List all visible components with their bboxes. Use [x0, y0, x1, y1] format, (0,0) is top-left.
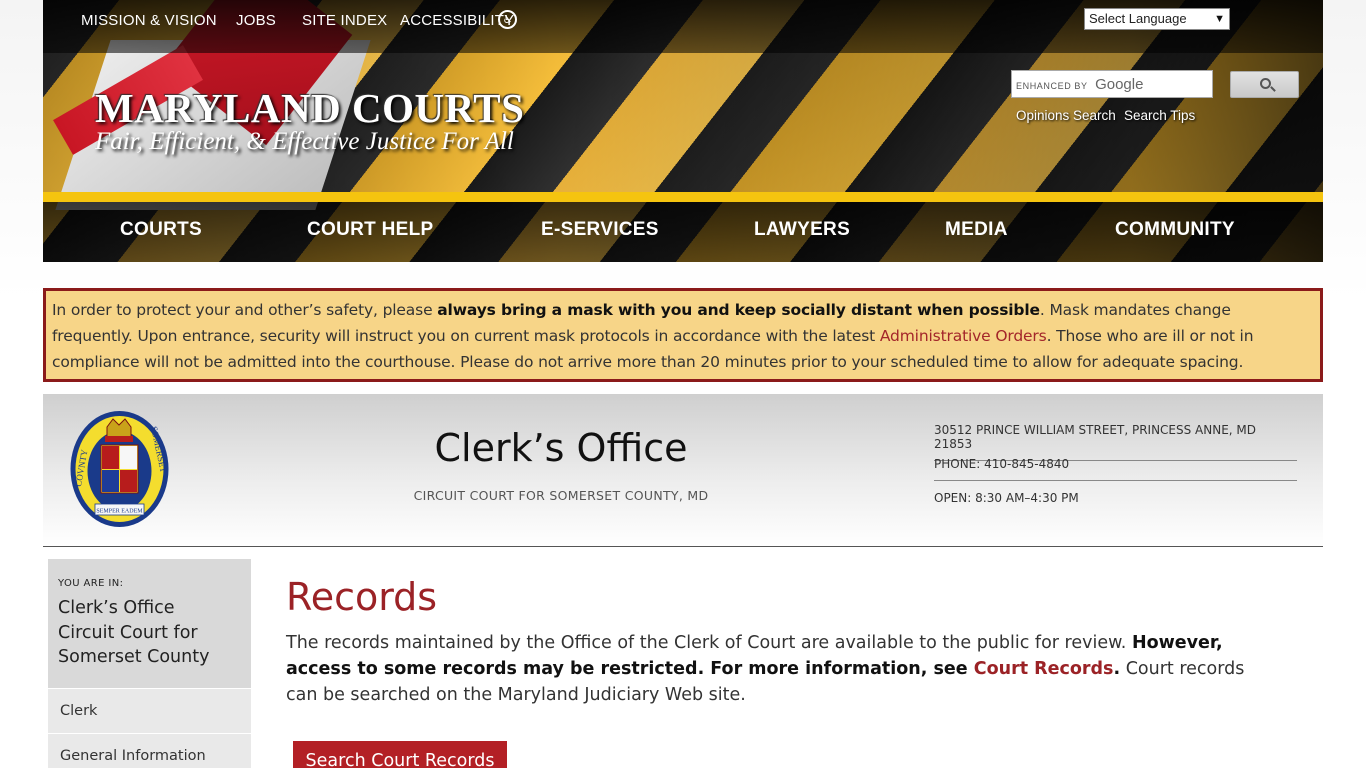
accessibility-icon[interactable]: ♿ [498, 10, 517, 29]
seal-motto: SEMPER EADEM [96, 509, 143, 515]
page-container: MISSION & VISION JOBS SITE INDEX ACCESSI… [43, 0, 1323, 768]
alert-text-1: In order to protect your and other’s saf… [52, 301, 438, 319]
breadcrumb-path[interactable]: Clerk’s Office Circuit Court for Somerse… [58, 596, 241, 670]
page-title: Records [286, 575, 438, 619]
nav-court-help[interactable]: COURT HELP [307, 219, 434, 241]
nav-lawyers[interactable]: LAWYERS [754, 219, 850, 241]
opinions-search-link[interactable]: Opinions Search [1016, 108, 1116, 123]
breadcrumb: YOU ARE IN: Clerk’s Office Circuit Court… [48, 559, 251, 688]
jobs-link[interactable]: JOBS [236, 12, 276, 29]
sidebar-item-general-information[interactable]: General Information [48, 734, 251, 768]
office-address: 30512 PRINCE WILLIAM STREET, PRINCESS AN… [934, 423, 1297, 461]
search-enhanced-by: ENHANCED BY [1016, 81, 1088, 91]
nav-e-services[interactable]: E-SERVICES [541, 219, 659, 241]
office-banner: COVNTY SOMERSET SEMPER EADEM Clerk’s Off… [43, 394, 1323, 547]
utility-bar: MISSION & VISION JOBS SITE INDEX ACCESSI… [43, 0, 1323, 53]
office-phone: PHONE: 410-845-4840 [934, 457, 1297, 481]
sidebar: YOU ARE IN: Clerk’s Office Circuit Court… [48, 559, 251, 768]
you-are-in-label: YOU ARE IN: [58, 578, 124, 589]
search-icon [1260, 78, 1271, 89]
search-tips-link[interactable]: Search Tips [1124, 108, 1195, 123]
mission-vision-link[interactable]: MISSION & VISION [81, 12, 217, 29]
site-title[interactable]: MARYLAND COURTS [95, 84, 524, 132]
somerset-county-seal: COVNTY SOMERSET SEMPER EADEM [70, 411, 169, 527]
covid-alert-banner: In order to protect your and other’s saf… [43, 288, 1323, 382]
chevron-down-icon: ▼ [1214, 13, 1225, 25]
breadcrumb-line: Somerset County [58, 647, 210, 667]
nav-courts[interactable]: COURTS [120, 219, 202, 241]
court-records-link[interactable]: Court Records [974, 659, 1114, 679]
office-hours: OPEN: 8:30 AM–4:30 PM [934, 491, 1079, 505]
search-court-records-button[interactable]: Search Court Records [293, 741, 507, 768]
office-title: Clerk’s Office [434, 426, 688, 470]
search-provider-logo: Google [1095, 76, 1144, 93]
nav-community[interactable]: COMMUNITY [1115, 219, 1235, 241]
site-tagline: Fair, Efficient, & Effective Justice For… [95, 128, 514, 155]
breadcrumb-line: Clerk’s Office [58, 598, 175, 618]
sidebar-item-clerk[interactable]: Clerk [48, 689, 251, 733]
search-input[interactable]: ENHANCED BY Google [1011, 70, 1213, 98]
administrative-orders-link[interactable]: Administrative Orders [880, 327, 1047, 345]
alert-text-bold: always bring a mask with you and keep so… [437, 301, 1040, 319]
search-button[interactable] [1230, 71, 1299, 98]
gold-divider [43, 192, 1323, 202]
main-nav: COURTS COURT HELP E-SERVICES LAWYERS MED… [43, 202, 1323, 262]
records-text-1: The records maintained by the Office of … [286, 633, 1132, 653]
breadcrumb-line: Circuit Court for [58, 622, 198, 643]
language-select[interactable]: Select Language ▼ [1084, 8, 1230, 30]
main-content: Records The records maintained by the Of… [286, 575, 1276, 768]
office-subtitle: CIRCUIT COURT FOR SOMERSET COUNTY, MD [413, 488, 709, 503]
records-description: The records maintained by the Office of … [286, 630, 1276, 708]
site-index-link[interactable]: SITE INDEX [302, 12, 387, 29]
site-header: MISSION & VISION JOBS SITE INDEX ACCESSI… [43, 0, 1323, 262]
language-select-value: Select Language [1089, 11, 1187, 26]
nav-media[interactable]: MEDIA [945, 219, 1008, 241]
